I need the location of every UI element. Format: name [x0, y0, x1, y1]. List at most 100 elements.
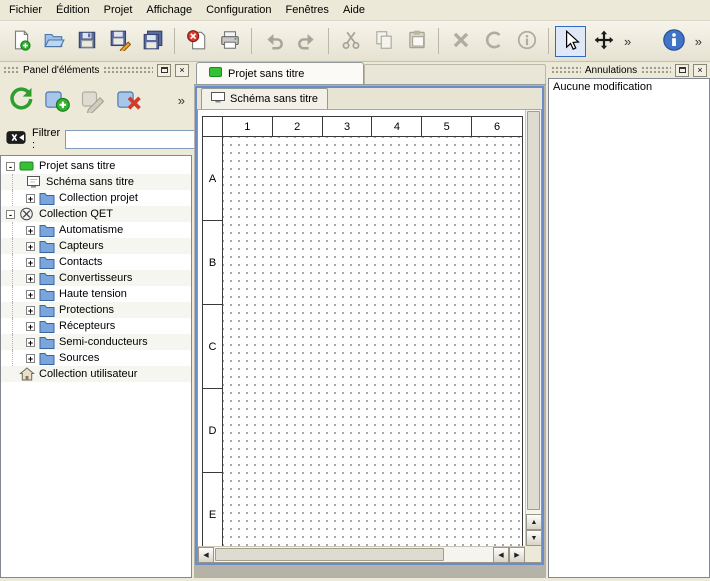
filter-row: Filtrer :	[0, 127, 192, 151]
undo-panel-title: Annulations	[585, 65, 637, 76]
new-document-button[interactable]	[5, 26, 36, 57]
tree-item-label: Récepteurs	[59, 320, 115, 332]
delete-element-button[interactable]	[111, 82, 147, 118]
new-element-icon	[43, 85, 71, 116]
tab-projet-sans-titre[interactable]: Projet sans titre	[196, 62, 364, 84]
expand-icon[interactable]: +	[26, 322, 35, 331]
properties-button[interactable]	[511, 26, 542, 57]
select-mode-button[interactable]	[555, 26, 586, 57]
diagram-tab-label: Schéma sans titre	[230, 93, 318, 105]
open-file-button[interactable]	[38, 26, 69, 57]
move-mode-button[interactable]	[588, 26, 619, 57]
edit-element-button[interactable]	[75, 82, 111, 118]
save-button[interactable]	[71, 26, 102, 57]
expand-icon[interactable]: +	[26, 290, 35, 299]
menu-fenetres[interactable]: Fenêtres	[279, 0, 336, 20]
tree-indent	[12, 238, 22, 254]
expand-icon[interactable]: +	[26, 338, 35, 347]
save-as-button[interactable]	[104, 26, 135, 57]
close-panel-button[interactable]: ×	[693, 64, 707, 77]
tree-item-convertisseurs[interactable]: + Convertisseurs	[1, 270, 191, 286]
tree-item-collection-qet[interactable]: - Collection QET	[1, 206, 191, 222]
cut-button[interactable]	[335, 26, 366, 57]
horizontal-scrollbar[interactable]: ◀ ◀ ▶	[198, 546, 525, 562]
float-panel-button[interactable]	[157, 64, 171, 77]
expand-icon[interactable]: +	[26, 306, 35, 315]
tree-item-protections[interactable]: + Protections	[1, 302, 191, 318]
menu-affichage[interactable]: Affichage	[139, 0, 199, 20]
redo-button[interactable]	[291, 26, 322, 57]
tree-item-contacts[interactable]: + Contacts	[1, 254, 191, 270]
undo-button[interactable]	[258, 26, 289, 57]
clear-filter-icon[interactable]	[5, 129, 27, 149]
tree-item-haute-tension[interactable]: + Haute tension	[1, 286, 191, 302]
tree-item-automatisme[interactable]: + Automatisme	[1, 222, 191, 238]
diagram-canvas[interactable]	[223, 137, 522, 557]
expand-icon[interactable]: +	[26, 354, 35, 363]
rotate-icon	[483, 29, 505, 54]
dock-grip-handle[interactable]	[3, 66, 19, 74]
tree-item-sources[interactable]: + Sources	[1, 350, 191, 366]
open-folder-icon	[43, 29, 65, 54]
expand-icon[interactable]: +	[26, 274, 35, 283]
tree-item-recepteurs[interactable]: + Récepteurs	[1, 318, 191, 334]
scroll-up-button[interactable]: ▲	[526, 514, 542, 530]
print-button[interactable]	[214, 26, 245, 57]
menu-configuration[interactable]: Configuration	[199, 0, 278, 20]
scroll-left-button-2[interactable]: ◀	[493, 547, 509, 563]
menu-aide[interactable]: Aide	[336, 0, 372, 20]
paste-button[interactable]	[401, 26, 432, 57]
qet-collection-icon	[19, 207, 35, 221]
dock-grip-handle[interactable]	[551, 66, 581, 74]
expand-icon[interactable]: +	[26, 242, 35, 251]
delete-button[interactable]	[445, 26, 476, 57]
undo-empty-message[interactable]: Aucune modification	[553, 81, 705, 93]
tree-item-collection-projet[interactable]: + Collection projet	[1, 190, 191, 206]
tree-item-label: Collection utilisateur	[39, 368, 137, 380]
horizontal-scrollbar-track[interactable]	[214, 547, 493, 562]
scroll-right-button[interactable]: ▶	[509, 547, 525, 563]
tree-item-label: Collection projet	[59, 192, 138, 204]
column-header: 1	[223, 117, 273, 136]
collapse-icon[interactable]: -	[6, 162, 15, 171]
tab-schema-sans-titre[interactable]: Schéma sans titre	[201, 88, 328, 109]
tree-indent	[12, 334, 22, 350]
help-toolbar-overflow-button[interactable]: »	[691, 34, 706, 49]
float-panel-button[interactable]	[675, 64, 689, 77]
scroll-down-button[interactable]: ▼	[526, 530, 542, 546]
tree-item-semi-conducteurs[interactable]: + Semi-conducteurs	[1, 334, 191, 350]
collapse-icon[interactable]: -	[6, 210, 15, 219]
filter-input[interactable]	[65, 130, 215, 149]
tree-item-collection-utilisateur[interactable]: Collection utilisateur	[1, 366, 191, 382]
expand-icon[interactable]: +	[26, 258, 35, 267]
menu-projet[interactable]: Projet	[97, 0, 140, 20]
tree-indent	[12, 350, 22, 366]
copy-button[interactable]	[368, 26, 399, 57]
tree-item-projet-sans-titre[interactable]: - Projet sans titre	[1, 158, 191, 174]
vertical-scrollbar-thumb[interactable]	[527, 111, 540, 510]
tree-item-schema-sans-titre[interactable]: Schéma sans titre	[1, 174, 191, 190]
dock-grip-handle[interactable]	[103, 66, 153, 74]
expand-icon[interactable]: +	[26, 226, 35, 235]
tree-item-capteurs[interactable]: + Capteurs	[1, 238, 191, 254]
filter-label: Filtrer :	[32, 127, 60, 151]
panel-toolbar-overflow-button[interactable]: »	[174, 93, 189, 108]
elements-panel-titlebar: Panel d'éléments ×	[0, 62, 192, 78]
horizontal-scrollbar-thumb[interactable]	[215, 548, 444, 561]
toolbar-overflow-button[interactable]: »	[620, 34, 635, 49]
tree-indent	[12, 190, 22, 206]
menu-fichier[interactable]: Fichier	[2, 0, 49, 20]
scroll-left-button[interactable]: ◀	[198, 547, 214, 563]
vertical-scrollbar[interactable]: ▲ ▼	[525, 110, 541, 546]
save-all-button[interactable]	[137, 26, 168, 57]
dock-grip-handle[interactable]	[641, 66, 671, 74]
expand-icon[interactable]: +	[26, 194, 35, 203]
new-element-button[interactable]	[39, 82, 75, 118]
reload-collections-button[interactable]	[3, 82, 39, 118]
close-panel-button[interactable]: ×	[175, 64, 189, 77]
close-file-button[interactable]	[181, 26, 212, 57]
rotate-button[interactable]	[478, 26, 509, 57]
about-button[interactable]	[659, 26, 690, 57]
menu-edition[interactable]: Édition	[49, 0, 97, 20]
delete-icon	[450, 29, 472, 54]
